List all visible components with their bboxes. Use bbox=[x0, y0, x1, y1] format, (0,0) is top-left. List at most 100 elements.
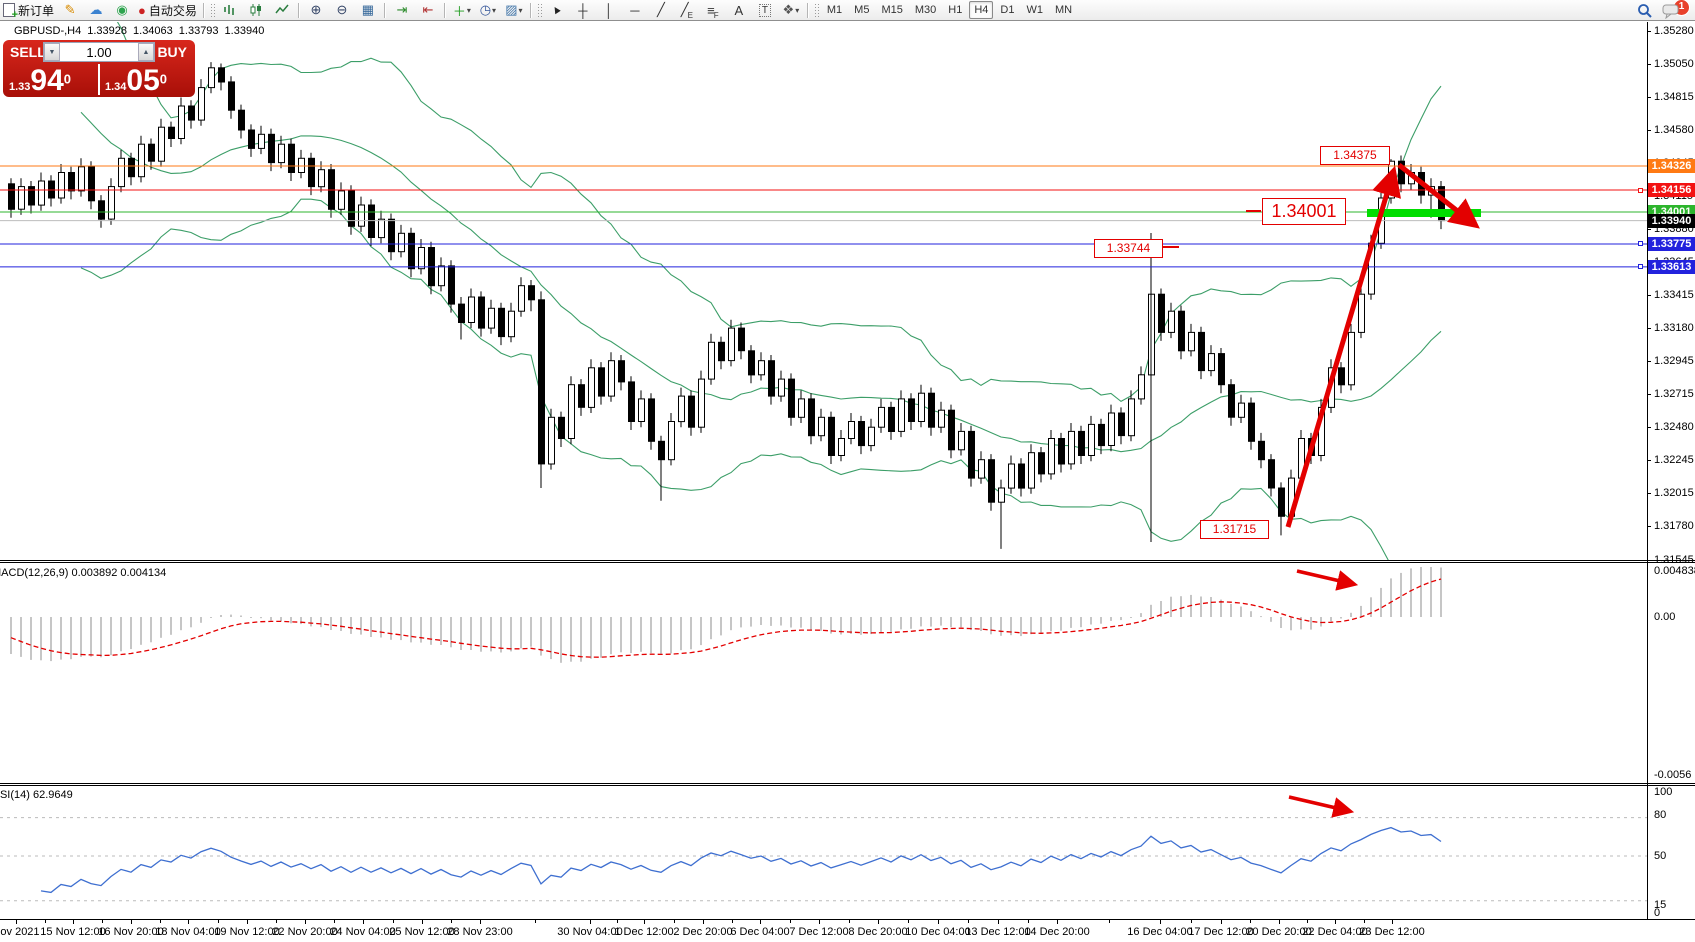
candle-body bbox=[909, 399, 915, 422]
ask-price[interactable]: 1.34050 bbox=[105, 67, 167, 95]
new-order-button[interactable]: 新订单 bbox=[1, 1, 56, 20]
macd-histogram-bar bbox=[860, 617, 862, 635]
candle-body bbox=[1039, 453, 1045, 474]
channel-tool[interactable]: ╱E bbox=[675, 1, 699, 20]
time-tick-minor bbox=[102, 920, 103, 923]
candle-body bbox=[869, 427, 875, 445]
timeframe-w1[interactable]: W1 bbox=[1021, 1, 1048, 19]
periods-button[interactable]: ◷▾ bbox=[476, 1, 500, 20]
horizontal-line-tool[interactable]: ─ bbox=[623, 1, 647, 20]
main-chart-pane[interactable] bbox=[0, 22, 1647, 561]
line-anchor-handle[interactable] bbox=[1638, 188, 1643, 193]
time-tick-minor bbox=[790, 920, 791, 923]
auto-scroll-icon-glyph: ⇥ bbox=[396, 2, 407, 18]
bar-chart-icon[interactable] bbox=[218, 1, 242, 20]
toolbar-grip[interactable] bbox=[210, 3, 215, 18]
price-axis-line bbox=[1647, 22, 1648, 919]
timeframe-h4[interactable]: H4 bbox=[969, 1, 993, 19]
cursor-tool[interactable]: ▲ bbox=[545, 1, 569, 20]
candle-body bbox=[949, 410, 955, 450]
time-label: 18 Nov 04:00 bbox=[155, 926, 220, 938]
line-chart-icon[interactable] bbox=[270, 1, 294, 20]
candle-body bbox=[1369, 243, 1375, 294]
macd-pane[interactable] bbox=[0, 563, 1647, 783]
crosshair-tool[interactable]: ┼ bbox=[571, 1, 595, 20]
bid-price[interactable]: 1.33940 bbox=[9, 67, 71, 95]
zoom-in-icon[interactable]: ⊕ bbox=[304, 1, 328, 20]
candle-body bbox=[929, 393, 935, 427]
timeframe-m30[interactable]: M30 bbox=[910, 1, 941, 19]
sell-button[interactable]: SELL bbox=[10, 44, 46, 60]
toolbar-grip[interactable] bbox=[537, 3, 542, 18]
signals-icon[interactable]: ◉ bbox=[110, 1, 134, 20]
autotrade-button[interactable]: ●自动交易 bbox=[136, 1, 199, 20]
rsi-axis-label: 100 bbox=[1654, 786, 1672, 798]
price-tag-1.33613: 1.33613 bbox=[1648, 260, 1695, 274]
timeframe-d1[interactable]: D1 bbox=[995, 1, 1019, 19]
pane-separator[interactable] bbox=[0, 560, 1695, 561]
candle-body bbox=[529, 286, 535, 300]
volume-increase-icon[interactable]: ▲ bbox=[138, 43, 154, 61]
candle-body bbox=[1049, 439, 1055, 474]
tile-windows-icon[interactable]: ▦ bbox=[356, 1, 380, 20]
annotation-label-1.34375[interactable]: 1.34375 bbox=[1320, 146, 1390, 165]
buy-button[interactable]: BUY bbox=[157, 44, 187, 60]
candle-body bbox=[919, 393, 925, 421]
chat-icon[interactable]: 1 bbox=[1659, 1, 1683, 20]
timeframe-m15[interactable]: M15 bbox=[876, 1, 907, 19]
candle-body bbox=[589, 368, 595, 408]
pane-separator[interactable] bbox=[0, 785, 1695, 786]
timeframe-m5[interactable]: M5 bbox=[849, 1, 874, 19]
chart-shift-icon[interactable]: ⇤ bbox=[416, 1, 440, 20]
pane-separator[interactable] bbox=[0, 562, 1695, 563]
macd-histogram-bar bbox=[910, 617, 912, 629]
macd-histogram-bar bbox=[390, 617, 392, 640]
toolbar-grip[interactable] bbox=[814, 3, 819, 18]
candle-body bbox=[769, 361, 775, 396]
macd-histogram-bar bbox=[650, 617, 652, 653]
search-icon[interactable] bbox=[1633, 1, 1657, 20]
candle-body bbox=[1229, 385, 1235, 418]
text-label-tool[interactable]: T bbox=[753, 1, 777, 20]
candle-body bbox=[1359, 294, 1365, 332]
annotation-label-1.33744[interactable]: 1.33744 bbox=[1094, 239, 1163, 258]
candle-body bbox=[269, 134, 275, 162]
templates-button[interactable]: ▨▾ bbox=[502, 1, 526, 20]
macd-histogram-bar bbox=[370, 617, 372, 637]
zoom-out-icon[interactable]: ⊖ bbox=[330, 1, 354, 20]
candlestick-chart-icon[interactable] bbox=[244, 1, 268, 20]
volume-decrease-icon[interactable]: ▼ bbox=[44, 43, 60, 61]
thick-green-level-bar[interactable] bbox=[1367, 209, 1481, 217]
vertical-line-tool[interactable]: │ bbox=[597, 1, 621, 20]
metaeditor-icon[interactable]: ✎ bbox=[58, 1, 82, 20]
candle-body bbox=[879, 407, 885, 427]
candle-body bbox=[1119, 413, 1125, 436]
community-cloud-icon[interactable]: ☁ bbox=[84, 1, 108, 20]
auto-scroll-icon[interactable]: ⇥ bbox=[390, 1, 414, 20]
candle-body bbox=[799, 399, 805, 417]
fibonacci-tool[interactable]: ≡F bbox=[701, 1, 725, 20]
mt4-window: 新订单✎☁◉●自动交易⊕⊖▦⇥⇤＋▾◷▾▨▾▲┼│─╱╱E≡FAT❖▾M1M5M… bbox=[0, 0, 1695, 942]
time-label: 13 Dec 12:00 bbox=[965, 926, 1030, 938]
candle-body bbox=[699, 379, 705, 427]
add-indicator-button[interactable]: ＋▾ bbox=[450, 1, 474, 20]
axis-tick-mark bbox=[1647, 526, 1651, 527]
timeframe-h1[interactable]: H1 bbox=[943, 1, 967, 19]
arrows-tool[interactable]: ❖▾ bbox=[779, 1, 803, 20]
trendline-tool[interactable]: ╱ bbox=[649, 1, 673, 20]
axis-tick-label: 1.31545 bbox=[1654, 554, 1694, 566]
candle-body bbox=[509, 311, 515, 337]
macd-histogram-bar bbox=[160, 617, 162, 638]
axis-tick-label: 1.34815 bbox=[1654, 91, 1694, 103]
line-anchor-handle[interactable] bbox=[1638, 264, 1643, 269]
timeframe-mn[interactable]: MN bbox=[1050, 1, 1077, 19]
timeframe-m1[interactable]: M1 bbox=[822, 1, 847, 19]
line-anchor-handle[interactable] bbox=[1638, 241, 1643, 246]
annotation-label-1.34001[interactable]: 1.34001 bbox=[1262, 198, 1346, 225]
time-tick bbox=[1057, 920, 1058, 924]
volume-input[interactable] bbox=[60, 43, 138, 61]
rsi-pane[interactable] bbox=[0, 786, 1647, 919]
annotation-label-1.31715[interactable]: 1.31715 bbox=[1200, 520, 1269, 539]
text-tool[interactable]: A bbox=[727, 1, 751, 20]
pane-separator[interactable] bbox=[0, 783, 1695, 784]
